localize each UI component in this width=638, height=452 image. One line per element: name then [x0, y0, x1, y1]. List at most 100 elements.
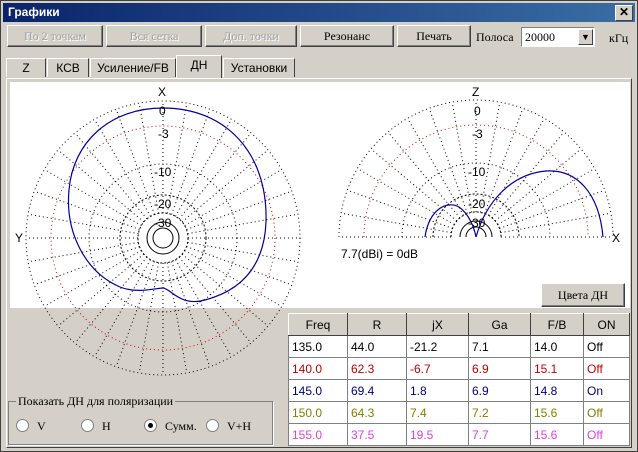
cell-ga[interactable]: 7.1	[468, 335, 531, 358]
spoke-line	[484, 108, 524, 214]
spoke-line	[166, 262, 188, 374]
pattern-colors-button[interactable]: Цвета ДН	[541, 283, 625, 307]
radio-vh[interactable]: V+H	[206, 419, 251, 434]
spoke-line	[178, 256, 252, 344]
table-row[interactable]: 150.0 64.3 7.4 7.2 15.6 Off	[288, 401, 630, 424]
col-on[interactable]: ON	[583, 313, 630, 336]
table-header-row: Freq R jX Ga F/B ON	[288, 313, 630, 336]
cell-fb[interactable]: 15.1	[530, 357, 584, 380]
chevron-down-icon[interactable]: ▼	[578, 29, 593, 45]
extra-points-button[interactable]: Доп. точки	[205, 25, 297, 47]
cell-jx[interactable]: 7.4	[406, 401, 469, 424]
spoke-line	[184, 169, 282, 226]
resonance-button[interactable]: Резонанс	[300, 25, 394, 47]
polarization-group: Показать ДН для поляризации V H Сумм. V+…	[8, 394, 273, 445]
cell-jx[interactable]: -6.7	[406, 357, 469, 380]
spoke-line	[57, 149, 145, 223]
radio-circle[interactable]	[144, 419, 157, 432]
tab-z[interactable]: Z	[6, 58, 46, 77]
print-button[interactable]: Печать	[397, 25, 471, 47]
spoke-line	[34, 246, 140, 286]
tab-gain-fb[interactable]: Усиление/FB	[90, 58, 176, 77]
left-side-label: Y	[15, 231, 24, 245]
cell-ga[interactable]: 7.7	[468, 423, 531, 446]
tab-settings[interactable]: Установки	[223, 58, 295, 77]
radio-circle[interactable]	[81, 419, 94, 432]
right-ring-label-20: -20	[468, 197, 486, 211]
col-r[interactable]: R	[347, 313, 407, 336]
table-row[interactable]: 140.0 62.3 -6.7 6.9 15.1 Off	[288, 357, 630, 380]
spoke-line	[171, 109, 211, 215]
spoke-line	[187, 241, 299, 263]
cell-r[interactable]: 37.5	[347, 423, 407, 446]
cell-fb[interactable]: 14.0	[530, 335, 584, 358]
spoke-line	[187, 213, 299, 235]
spoke-line	[357, 168, 455, 225]
radio-label: V	[37, 419, 46, 433]
col-jx[interactable]: jX	[406, 313, 469, 336]
cell-freq[interactable]: 155.0	[288, 423, 348, 446]
cell-on[interactable]: Off	[583, 401, 630, 424]
cell-r[interactable]: 69.4	[347, 379, 407, 402]
band-unit: кГц	[609, 31, 629, 45]
spoke-line	[74, 132, 148, 220]
right-top-label: Z	[472, 85, 480, 99]
col-fb[interactable]: F/B	[530, 313, 584, 336]
cell-r[interactable]: 64.3	[347, 401, 407, 424]
two-points-button[interactable]: По 2 точкам	[7, 25, 103, 47]
cell-freq[interactable]: 150.0	[288, 401, 348, 424]
spokes	[26, 101, 300, 375]
cell-ga[interactable]: 7.2	[468, 401, 531, 424]
cell-r[interactable]: 44.0	[347, 335, 407, 358]
ring-0db	[25, 100, 301, 376]
spoke-line	[34, 190, 140, 230]
cell-jx[interactable]: -21.2	[406, 335, 469, 358]
spoke-line	[428, 108, 468, 214]
cell-on[interactable]: Off	[583, 335, 630, 358]
tab-swr[interactable]: КСВ	[47, 58, 89, 77]
cell-freq[interactable]: 135.0	[288, 335, 348, 358]
close-icon[interactable]: ✕	[615, 5, 633, 21]
left-ring-label-0: 0	[159, 104, 166, 118]
spoke-line	[186, 190, 292, 230]
cell-on[interactable]: Off	[583, 357, 630, 380]
spoke-line	[370, 148, 458, 222]
col-ga[interactable]: Ga	[468, 313, 531, 336]
cell-fb[interactable]: 14.8	[530, 379, 584, 402]
cell-freq[interactable]: 140.0	[288, 357, 348, 380]
cell-freq[interactable]: 145.0	[288, 379, 348, 402]
spoke-line	[340, 212, 452, 234]
band-select[interactable]: 20000 ▼	[521, 27, 595, 47]
table-row[interactable]: 155.0 37.5 19.5 7.7 15.6 Off	[288, 423, 630, 446]
cell-on[interactable]: Off	[583, 423, 630, 446]
cell-jx[interactable]: 1.8	[406, 379, 469, 402]
all-grid-button[interactable]: Вся сетка	[106, 25, 202, 47]
tab-pattern[interactable]: ДН	[176, 55, 222, 78]
table-row[interactable]: 135.0 44.0 -21.2 7.1 14.0 Off	[288, 335, 630, 358]
cell-fb[interactable]: 15.6	[530, 423, 584, 446]
cell-jx[interactable]: 19.5	[406, 423, 469, 446]
radio-h[interactable]: H	[81, 419, 111, 434]
cell-on[interactable]: On	[583, 379, 630, 402]
cell-r[interactable]: 62.3	[347, 357, 407, 380]
col-freq[interactable]: Freq	[288, 313, 348, 336]
window-title: Графики	[8, 5, 60, 19]
radio-v[interactable]: V	[16, 419, 46, 434]
spoke-line	[181, 149, 269, 223]
cell-fb[interactable]: 15.6	[530, 401, 584, 424]
radio-sum[interactable]: Сумм.	[144, 419, 197, 434]
spoke-line	[94, 119, 151, 217]
radio-circle[interactable]	[16, 419, 29, 432]
spoke-line	[94, 259, 151, 357]
spoke-line	[115, 261, 155, 367]
cell-ga[interactable]: 6.9	[468, 379, 531, 402]
spoke-line	[44, 169, 142, 226]
left-ring-label-30: -30	[154, 216, 172, 230]
left-ring-label-10: -10	[154, 165, 172, 179]
cell-ga[interactable]: 6.9	[468, 357, 531, 380]
table-row[interactable]: 145.0 69.4 1.8 6.9 14.8 On	[288, 379, 630, 402]
pattern-curve-front	[475, 170, 604, 238]
radio-circle[interactable]	[206, 419, 219, 432]
band-label: Полоса	[476, 30, 514, 44]
results-table: Freq R jX Ga F/B ON 135.0 44.0 -21.2 7.1 14.…	[288, 313, 630, 446]
